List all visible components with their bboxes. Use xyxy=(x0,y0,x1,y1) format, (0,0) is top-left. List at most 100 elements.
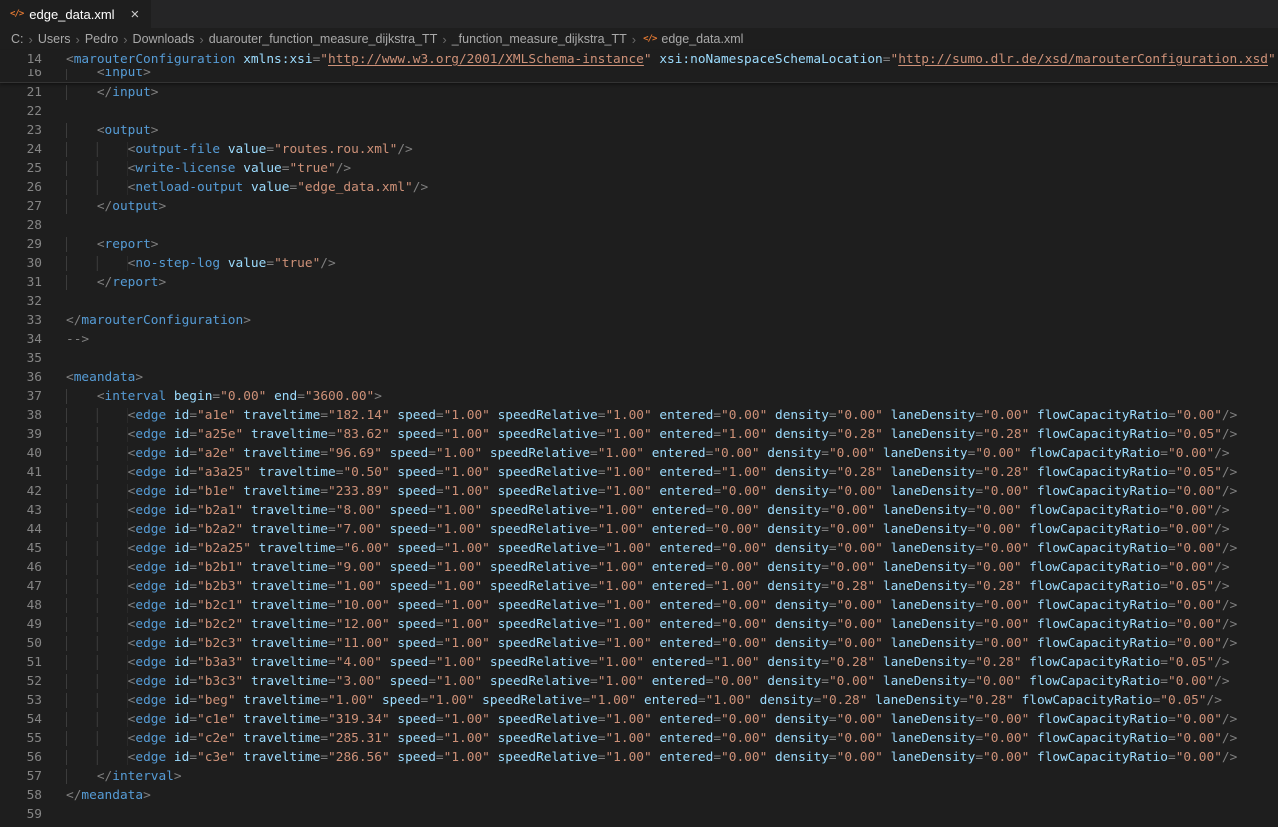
token-string: "b2b1" xyxy=(197,560,243,575)
token-punctuation: = xyxy=(189,560,197,575)
breadcrumb-separator-icon: › xyxy=(438,32,450,47)
token-attribute-name: density xyxy=(767,541,829,556)
token-string: "0.28" xyxy=(983,465,1029,480)
code-line[interactable]: 50 <edge id="b2c3" traveltime="11.00" sp… xyxy=(0,634,1278,653)
code-line[interactable]: 25 <write-license value="true"/> xyxy=(0,159,1278,178)
token-punctuation: = xyxy=(829,427,837,442)
code-line[interactable]: 38 <edge id="a1e" traveltime="182.14" sp… xyxy=(0,406,1278,425)
token-punctuation: < xyxy=(97,237,105,252)
breadcrumb-item[interactable]: _function_measure_dijkstra_TT xyxy=(451,32,628,46)
token-punctuation: = xyxy=(189,693,197,708)
breadcrumb-item[interactable]: Users xyxy=(37,32,72,46)
token-attribute-name: density xyxy=(767,484,829,499)
token-attribute-name: xsi:noNamespaceSchemaLocation xyxy=(652,52,883,67)
token-punctuation: = xyxy=(266,142,274,157)
code-line[interactable]: 26 <netload-output value="edge_data.xml"… xyxy=(0,178,1278,197)
code-line[interactable]: 30 <no-step-log value="true"/> xyxy=(0,254,1278,273)
code-line[interactable]: 36<meandata> xyxy=(0,368,1278,387)
code-line[interactable]: 21 </input> xyxy=(0,83,1278,102)
breadcrumb-item[interactable]: Downloads xyxy=(132,32,196,46)
code-line[interactable]: 49 <edge id="b2c2" traveltime="12.00" sp… xyxy=(0,615,1278,634)
token-indent-whitespace xyxy=(66,598,128,613)
code-line[interactable]: 37 <interval begin="0.00" end="3600.00"> xyxy=(0,387,1278,406)
token-attribute-name: speedRelative xyxy=(482,674,590,689)
token-attribute-name: density xyxy=(760,503,822,518)
code-line[interactable]: 48 <edge id="b2c1" traveltime="10.00" sp… xyxy=(0,596,1278,615)
code-line[interactable]: 24 <output-file value="routes.rou.xml"/> xyxy=(0,140,1278,159)
token-attribute-name: speedRelative xyxy=(490,731,598,746)
tab-edge-data-xml[interactable]: </> edge_data.xml × xyxy=(0,0,151,28)
line-content: <no-step-log value="true"/> xyxy=(66,254,336,273)
token-punctuation: = xyxy=(436,408,444,423)
code-line[interactable]: 51 <edge id="b3a3" traveltime="4.00" spe… xyxy=(0,653,1278,672)
token-attribute-name: end xyxy=(266,389,297,404)
token-attribute-name: flowCapacityRatio xyxy=(1022,655,1161,670)
token-punctuation: < xyxy=(97,123,105,138)
token-punctuation: = xyxy=(590,655,598,670)
code-line[interactable]: 32 xyxy=(0,292,1278,311)
token-string: "1.00" xyxy=(605,712,651,727)
code-line[interactable]: 47 <edge id="b2b3" traveltime="1.00" spe… xyxy=(0,577,1278,596)
code-line[interactable]: 57 </interval> xyxy=(0,767,1278,786)
token-punctuation: = xyxy=(189,427,197,442)
code-line[interactable]: 42 <edge id="b1e" traveltime="233.89" sp… xyxy=(0,482,1278,501)
token-string: "1.00" xyxy=(444,636,490,651)
code-line[interactable]: 41 <edge id="a3a25" traveltime="0.50" sp… xyxy=(0,463,1278,482)
token-punctuation: = xyxy=(436,636,444,651)
sticky-scroll-line[interactable]: 14<marouterConfiguration xmlns:xsi="http… xyxy=(0,50,1278,69)
code-line[interactable]: 53 <edge id="beg" traveltime="1.00" spee… xyxy=(0,691,1278,710)
line-number: 49 xyxy=(0,615,42,634)
token-attribute-name: traveltime xyxy=(251,465,336,480)
token-string: "0.00" xyxy=(721,598,767,613)
token-attribute-name: entered xyxy=(652,598,714,613)
token-punctuation: < xyxy=(97,389,105,404)
code-line[interactable]: 39 <edge id="a25e" traveltime="83.62" sp… xyxy=(0,425,1278,444)
token-attribute-name: id xyxy=(166,484,189,499)
token-punctuation: /> xyxy=(320,256,335,271)
token-attribute-name: speed xyxy=(382,503,428,518)
line-content: <edge id="b2b3" traveltime="1.00" speed=… xyxy=(66,577,1230,596)
code-line[interactable]: 55 <edge id="c2e" traveltime="285.31" sp… xyxy=(0,729,1278,748)
code-line[interactable]: 22 xyxy=(0,102,1278,121)
tab-close-icon[interactable]: × xyxy=(129,7,142,22)
token-attribute-name: flowCapacityRatio xyxy=(1029,484,1168,499)
token-string: "182.14" xyxy=(328,408,390,423)
code-line[interactable]: 44 <edge id="b2a2" traveltime="7.00" spe… xyxy=(0,520,1278,539)
token-string: "1.00" xyxy=(605,408,651,423)
code-line[interactable]: 46 <edge id="b2b1" traveltime="9.00" spe… xyxy=(0,558,1278,577)
token-string: "0.28" xyxy=(975,655,1021,670)
token-string: "1.00" xyxy=(706,693,752,708)
token-attribute-name: id xyxy=(166,465,189,480)
code-line[interactable]: 34--> xyxy=(0,330,1278,349)
code-line[interactable]: 54 <edge id="c1e" traveltime="319.34" sp… xyxy=(0,710,1278,729)
code-line[interactable]: 27 </output> xyxy=(0,197,1278,216)
code-line[interactable]: 56 <edge id="c3e" traveltime="286.56" sp… xyxy=(0,748,1278,767)
breadcrumb-item[interactable]: Pedro xyxy=(84,32,119,46)
token-string: "0.00" xyxy=(837,750,883,765)
code-line[interactable]: 28 xyxy=(0,216,1278,235)
line-content: <edge id="c1e" traveltime="319.34" speed… xyxy=(66,710,1237,729)
code-line[interactable]: 35 xyxy=(0,349,1278,368)
token-attribute-name: id xyxy=(166,731,189,746)
code-line[interactable]: 59 xyxy=(0,805,1278,824)
token-attribute-name: id xyxy=(166,693,189,708)
code-line[interactable]: 45 <edge id="b2a25" traveltime="6.00" sp… xyxy=(0,539,1278,558)
line-content: --> xyxy=(66,330,89,349)
breadcrumb-item[interactable]: duarouter_function_measure_dijkstra_TT xyxy=(208,32,439,46)
code-line[interactable]: 31 </report> xyxy=(0,273,1278,292)
token-string: "1.00" xyxy=(436,446,482,461)
code-line[interactable]: 33</marouterConfiguration> xyxy=(0,311,1278,330)
sticky-scroll-line[interactable]: 16 <input> xyxy=(0,69,1278,82)
token-indent-whitespace xyxy=(66,123,97,138)
code-line[interactable]: 29 <report> xyxy=(0,235,1278,254)
token-string: "0.50" xyxy=(343,465,389,480)
code-line[interactable]: 52 <edge id="b3c3" traveltime="3.00" spe… xyxy=(0,672,1278,691)
code-line[interactable]: 23 <output> xyxy=(0,121,1278,140)
breadcrumb-item[interactable]: C: xyxy=(10,32,25,46)
token-tag: meandata xyxy=(81,788,143,803)
code-line[interactable]: 43 <edge id="b2a1" traveltime="8.00" spe… xyxy=(0,501,1278,520)
code-line[interactable]: 40 <edge id="a2e" traveltime="96.69" spe… xyxy=(0,444,1278,463)
token-attribute-name: speedRelative xyxy=(482,655,590,670)
code-line[interactable]: 58</meandata> xyxy=(0,786,1278,805)
breadcrumb-item[interactable]: edge_data.xml xyxy=(660,32,744,46)
